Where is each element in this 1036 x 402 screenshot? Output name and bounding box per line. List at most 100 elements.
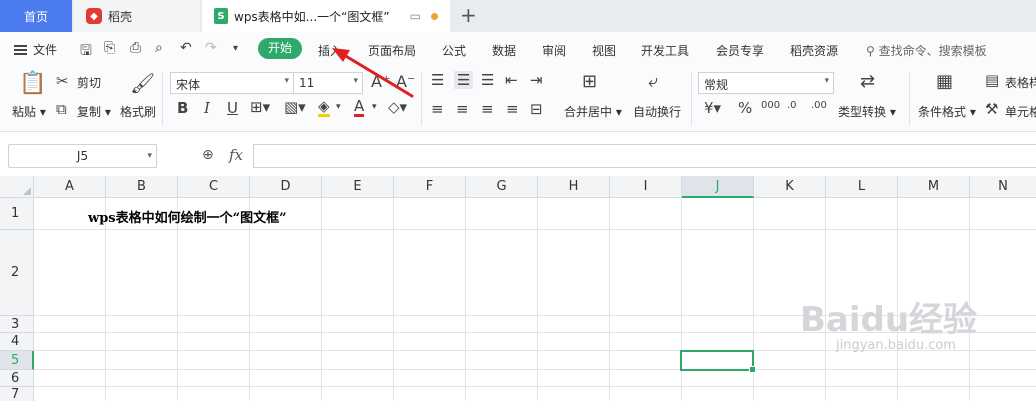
chevron-down-icon[interactable]: ▾ <box>336 102 341 112</box>
column-header-b[interactable]: B <box>106 176 178 198</box>
align-middle-icon[interactable]: ☰ <box>454 71 474 89</box>
increase-font-icon[interactable]: A⁺ <box>371 72 390 91</box>
zoom-icon[interactable]: ⊕ <box>202 147 214 163</box>
column-header-k[interactable]: K <box>754 176 826 198</box>
column-header-g[interactable]: G <box>466 176 538 198</box>
tab-document[interactable]: S wps表格中如...一个“图文框” ▭ <box>202 0 450 32</box>
decrease-decimal-icon[interactable]: .00 <box>811 100 827 111</box>
fill-pattern-icon[interactable]: ▧▾ <box>284 98 306 116</box>
select-all-corner[interactable] <box>0 176 34 198</box>
row-header-4[interactable]: 4 <box>0 333 34 351</box>
save-icon[interactable]: 🖫 <box>80 40 92 64</box>
copy-button[interactable]: 复制 ▾ <box>77 103 111 120</box>
copy-icon[interactable]: ⧉ <box>56 100 67 118</box>
align-left-icon[interactable]: ≡ <box>431 100 444 118</box>
decrease-font-icon[interactable]: A⁻ <box>396 72 415 91</box>
row-header-1[interactable]: 1 <box>0 198 34 230</box>
column-header-a[interactable]: A <box>34 176 106 198</box>
column-header-d[interactable]: D <box>250 176 322 198</box>
row-header-3[interactable]: 3 <box>0 316 34 333</box>
column-header-i[interactable]: I <box>610 176 682 198</box>
table-style-icon[interactable]: ▤ <box>985 71 999 89</box>
tab-home[interactable]: 首页 <box>0 0 72 32</box>
menu-page-layout[interactable]: 页面布局 <box>368 42 416 59</box>
font-name-select[interactable]: 宋体 ▾ <box>170 72 294 94</box>
file-menu[interactable]: 文件 <box>14 41 57 58</box>
print-preview-icon[interactable]: ⌕ <box>155 40 163 56</box>
paste-button[interactable]: 粘贴 ▾ <box>12 103 46 120</box>
increase-indent-icon[interactable]: ⇥ <box>530 71 543 89</box>
column-header-e[interactable]: E <box>322 176 394 198</box>
percent-icon[interactable]: % <box>738 99 752 117</box>
column-header-n[interactable]: N <box>970 176 1036 198</box>
cell-style-button[interactable]: 单元格 <box>1005 103 1036 120</box>
cut-button[interactable]: 剪切 <box>77 74 101 91</box>
row-header-6[interactable]: 6 <box>0 370 34 387</box>
format-painter-icon[interactable]: 🖌 <box>130 71 155 95</box>
menu-daoke-resources[interactable]: 稻壳资源 <box>790 42 838 59</box>
fx-icon[interactable]: fx <box>229 146 243 164</box>
menu-insert[interactable]: 插入 <box>318 42 342 59</box>
align-right-icon[interactable]: ≡ <box>481 100 494 118</box>
column-header-h[interactable]: H <box>538 176 610 198</box>
type-convert-icon[interactable]: ⇄ <box>860 71 875 92</box>
column-header-f[interactable]: F <box>394 176 466 198</box>
bold-icon[interactable]: B <box>177 99 188 117</box>
undo-icon[interactable]: ↶ <box>180 40 192 56</box>
table-style-button[interactable]: 表格样 <box>1005 74 1036 91</box>
column-header-c[interactable]: C <box>178 176 250 198</box>
active-cell-j5[interactable] <box>680 350 756 373</box>
currency-icon[interactable]: ¥▾ <box>704 99 721 117</box>
wrap-text-button[interactable]: 自动换行 <box>633 103 681 120</box>
merge-center-icon[interactable]: ⊞ <box>582 71 597 92</box>
menu-formula[interactable]: 公式 <box>442 42 466 59</box>
conditional-format-button[interactable]: 条件格式 ▾ <box>918 103 976 120</box>
clear-format-icon[interactable]: ◇▾ <box>388 98 407 116</box>
column-header-j[interactable]: J <box>682 176 754 198</box>
row-header-7[interactable]: 7 <box>0 387 34 402</box>
font-color-icon[interactable]: A <box>354 98 365 117</box>
align-bottom-icon[interactable]: ☰ <box>481 71 494 89</box>
type-convert-button[interactable]: 类型转换 ▾ <box>838 103 896 120</box>
thousands-icon[interactable]: 000 <box>761 100 780 111</box>
quick-access-dropdown-icon[interactable]: ▾ <box>233 43 238 54</box>
tab-daoke[interactable]: ◆ 稻壳 <box>74 0 200 32</box>
format-painter-button[interactable]: 格式刷 <box>120 103 156 120</box>
row-header-5[interactable]: 5 <box>0 351 34 370</box>
menu-member[interactable]: 会员专享 <box>716 42 764 59</box>
name-box[interactable]: J5 ▾ <box>8 144 157 168</box>
wrap-text-icon[interactable]: ⤶ <box>648 71 658 92</box>
justify-icon[interactable]: ≡ <box>506 100 519 118</box>
spreadsheet-grid[interactable]: A B C D E F G H I J K L M N 1 2 3 4 5 6 … <box>0 176 1036 402</box>
monitor-icon[interactable]: ▭ <box>410 9 421 23</box>
column-header-l[interactable]: L <box>826 176 898 198</box>
underline-icon[interactable]: U <box>227 99 238 117</box>
column-header-m[interactable]: M <box>898 176 970 198</box>
cut-icon[interactable]: ✂ <box>56 72 69 90</box>
export-pdf-icon[interactable]: ⎘ <box>104 40 115 56</box>
increase-decimal-icon[interactable]: .0 <box>787 100 797 111</box>
cell-style-icon[interactable]: ⚒ <box>985 100 998 118</box>
command-search[interactable]: ⚲ 查找命令、搜索模板 <box>866 42 987 59</box>
chevron-down-icon[interactable]: ▾ <box>372 102 377 112</box>
print-icon[interactable]: ⎙ <box>130 40 141 56</box>
border-icon[interactable]: ⊞▾ <box>250 98 270 116</box>
align-top-icon[interactable]: ☰ <box>431 71 444 89</box>
italic-icon[interactable]: I <box>204 99 210 117</box>
decrease-indent-icon[interactable]: ⇤ <box>505 71 518 89</box>
formula-input[interactable] <box>253 144 1036 168</box>
menu-data[interactable]: 数据 <box>492 42 516 59</box>
merge-center-button[interactable]: 合并居中 ▾ <box>564 103 622 120</box>
new-tab-button[interactable]: + <box>460 3 477 27</box>
distributed-align-icon[interactable]: ⊟ <box>530 100 543 118</box>
menu-review[interactable]: 审阅 <box>542 42 566 59</box>
fill-color-icon[interactable]: ◈ <box>318 98 330 117</box>
conditional-format-icon[interactable]: ▦ <box>936 71 953 92</box>
row-header-2[interactable]: 2 <box>0 230 34 316</box>
menu-dev-tools[interactable]: 开发工具 <box>641 42 689 59</box>
number-format-select[interactable]: 常规 ▾ <box>698 72 834 94</box>
paste-icon[interactable]: 📋 <box>19 71 46 96</box>
cell-a1-text[interactable]: wps表格中如何绘制一个“图文框” <box>88 207 287 226</box>
menu-start[interactable]: 开始 <box>258 38 302 59</box>
align-center-icon[interactable]: ≡ <box>456 100 469 118</box>
